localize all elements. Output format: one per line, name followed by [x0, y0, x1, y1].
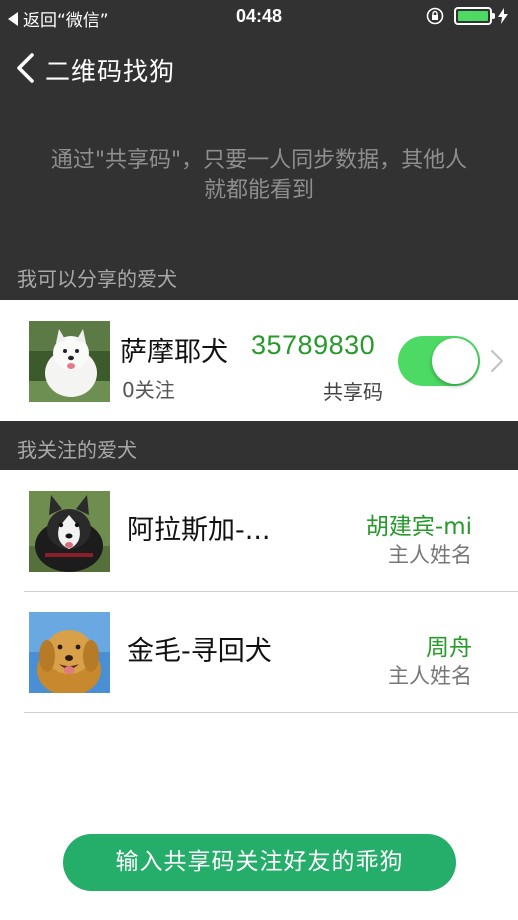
status-bar: 返回“微信” 04:48 [0, 0, 518, 34]
rotation-lock-icon [426, 7, 444, 25]
owner-name-label: 主人姓名 [388, 664, 472, 688]
intro-text: 通过"共享码"，只要一人同步数据，其他人就都能看到 [50, 148, 468, 203]
shared-pet-name: 萨摩耶犬 [120, 337, 228, 368]
followed-pet-name: 阿拉斯加-... [127, 515, 271, 546]
section-header-followed: 我关注的爱犬 [17, 438, 137, 462]
navigation-bar: 二维码找狗 [0, 40, 518, 96]
page-title: 二维码找狗 [45, 57, 176, 86]
share-code-value: 35789830 [251, 330, 376, 360]
enter-share-code-button[interactable]: 输入共享码关注好友的乖狗 [63, 834, 456, 891]
chevron-right-icon [490, 349, 504, 373]
owner-name: 胡建宾-mi [365, 514, 472, 540]
followed-pet-name: 金毛-寻回犬 [127, 636, 272, 667]
followed-pet-row[interactable]: 金毛-寻回犬 周舟 主人姓名 [0, 592, 518, 713]
shared-pet-followers: 0关注 [122, 378, 175, 402]
section-header-shareable: 我可以分享的爱犬 [17, 267, 177, 291]
samoyed-photo [29, 321, 110, 402]
status-indicators [426, 7, 508, 25]
golden-retriever-photo [29, 612, 110, 693]
alaskan-malamute-photo [29, 491, 110, 572]
charging-bolt-icon [498, 8, 508, 24]
chevron-left-icon[interactable] [14, 52, 36, 84]
row-divider [24, 712, 518, 713]
share-toggle[interactable] [398, 336, 480, 386]
owner-name-label: 主人姓名 [388, 543, 472, 567]
toggle-knob [432, 338, 478, 384]
battery-icon [454, 7, 495, 25]
owner-name: 周舟 [426, 635, 472, 661]
followed-pet-row[interactable]: 阿拉斯加-... 胡建宾-mi 主人姓名 [0, 471, 518, 592]
share-code-label: 共享码 [323, 380, 383, 404]
shared-pet-card[interactable]: 萨摩耶犬 0关注 35789830 共享码 [0, 300, 518, 421]
